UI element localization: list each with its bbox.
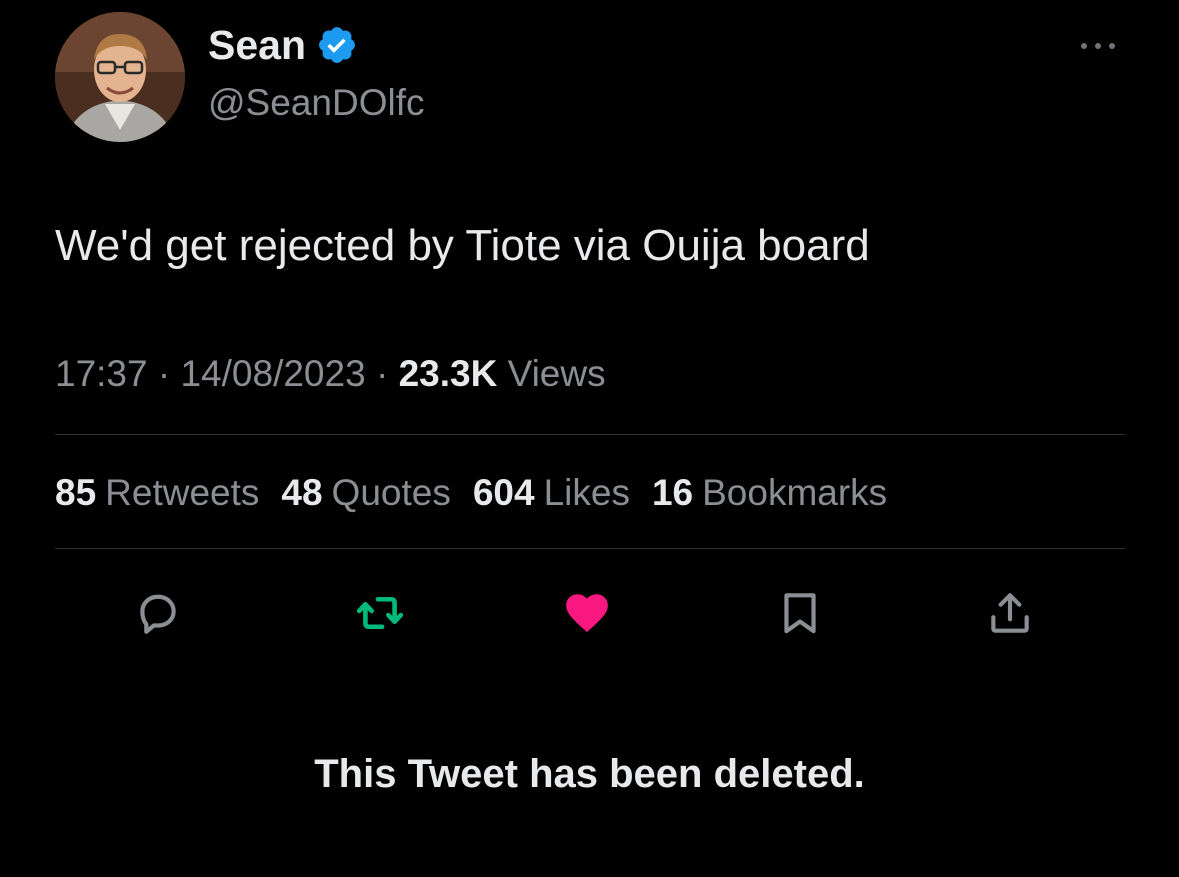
stat-count: 48 <box>281 472 323 513</box>
retweet-button[interactable] <box>355 588 405 638</box>
stat-retweets[interactable]: 85 Retweets <box>55 474 259 511</box>
stat-count: 604 <box>472 472 535 513</box>
reply-button[interactable] <box>133 588 183 638</box>
stat-label: Quotes <box>331 472 451 513</box>
share-icon <box>991 593 1029 633</box>
divider <box>55 434 1125 435</box>
author-name-row[interactable]: Sean <box>208 24 358 66</box>
stat-label: Bookmarks <box>702 472 888 513</box>
author-handle[interactable]: @SeanDOlfc <box>208 84 424 121</box>
tweet-time[interactable]: 17:37 <box>55 353 148 394</box>
stat-label: Retweets <box>105 472 260 513</box>
stat-quotes[interactable]: 48 Quotes <box>281 474 450 511</box>
bookmark-button[interactable] <box>775 588 825 638</box>
share-button[interactable] <box>985 588 1035 638</box>
stat-likes[interactable]: 604 Likes <box>473 474 630 511</box>
views-count: 23.3K <box>398 353 498 394</box>
like-button[interactable] <box>562 588 612 638</box>
reply-icon <box>140 594 176 634</box>
avatar[interactable] <box>55 12 185 142</box>
verified-badge-icon[interactable] <box>316 24 358 66</box>
retweet-icon <box>356 596 404 630</box>
like-icon <box>566 594 608 633</box>
stat-label: Likes <box>543 472 630 513</box>
stat-bookmarks[interactable]: 16 Bookmarks <box>652 474 887 511</box>
tweet-date[interactable]: 14/08/2023 <box>180 353 365 394</box>
engagement-stats: 85 Retweets 48 Quotes 604 Likes 16 Bookmarks <box>55 474 887 511</box>
more-options-icon[interactable] <box>1076 36 1120 56</box>
bookmark-icon <box>784 593 816 634</box>
meta-separator: · <box>375 353 389 394</box>
divider <box>55 548 1125 549</box>
stat-count: 16 <box>651 472 694 513</box>
tweet-text: We'd get rejected by Tiote via Ouija boa… <box>55 221 870 270</box>
meta-separator: · <box>157 353 171 394</box>
stat-count: 85 <box>55 472 97 513</box>
deleted-notice: This Tweet has been deleted. <box>314 752 865 796</box>
views-label: Views <box>507 353 606 394</box>
avatar-photo <box>55 12 185 142</box>
tweet-meta: 17:37 · 14/08/2023 · 23.3K Views <box>55 355 606 392</box>
display-name[interactable]: Sean <box>208 24 306 66</box>
